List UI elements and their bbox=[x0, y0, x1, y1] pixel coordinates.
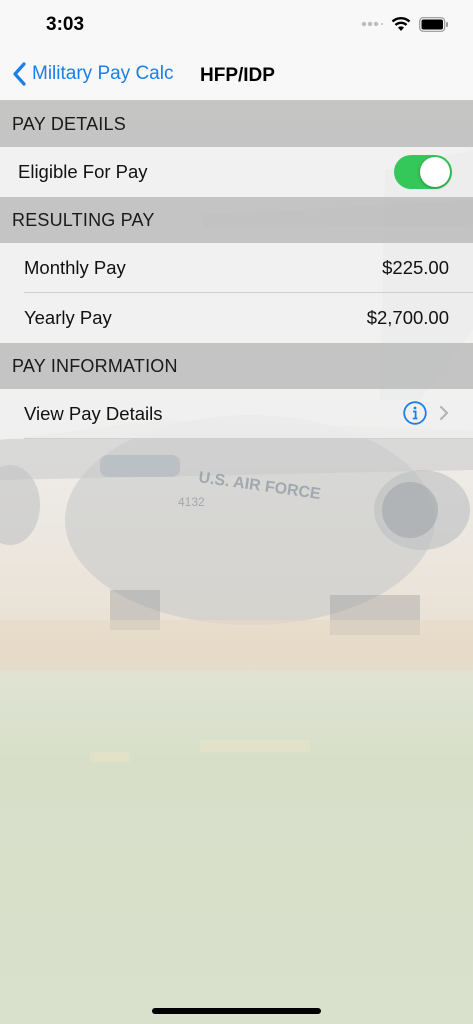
signal-icon bbox=[361, 21, 383, 27]
back-button-label: Military Pay Calc bbox=[32, 63, 174, 84]
yearly-pay-row: Yearly Pay $2,700.00 bbox=[0, 293, 473, 343]
info-icon[interactable] bbox=[403, 401, 427, 425]
section-header-resulting-pay: RESULTING PAY bbox=[0, 197, 473, 243]
eligible-for-pay-label: Eligible For Pay bbox=[18, 161, 148, 182]
status-icons bbox=[361, 16, 449, 32]
battery-icon bbox=[419, 16, 448, 32]
yearly-pay-value: $2,700.00 bbox=[366, 307, 449, 328]
monthly-pay-label: Monthly Pay bbox=[24, 257, 126, 278]
eligible-for-pay-row: Eligible For Pay bbox=[0, 147, 473, 197]
pay-table: PAY DETAILS Eligible For Pay RESULTING P… bbox=[0, 101, 473, 439]
screen: U.S. AIR FORCE 4132 3:03 Military Pay Ca… bbox=[0, 0, 473, 1024]
wifi-icon bbox=[391, 17, 411, 31]
row-separator bbox=[24, 438, 473, 439]
page-title: HFP/IDP bbox=[200, 65, 275, 86]
status-time: 3:03 bbox=[46, 14, 85, 35]
navigation-bar: Military Pay Calc HFP/IDP bbox=[0, 52, 473, 101]
status-bar: 3:03 bbox=[0, 0, 473, 52]
yearly-pay-label: Yearly Pay bbox=[24, 307, 112, 328]
section-header-pay-information: PAY INFORMATION bbox=[0, 343, 473, 389]
tail-number: 4132 bbox=[178, 495, 205, 509]
toggle-knob bbox=[420, 157, 450, 187]
view-pay-details-label: View Pay Details bbox=[24, 403, 163, 424]
chevron-right-icon bbox=[439, 405, 449, 421]
monthly-pay-row: Monthly Pay $225.00 bbox=[0, 243, 473, 293]
eligible-for-pay-toggle[interactable] bbox=[394, 155, 452, 189]
section-header-pay-details: PAY DETAILS bbox=[0, 101, 473, 147]
back-chevron-icon bbox=[13, 62, 26, 86]
monthly-pay-value: $225.00 bbox=[382, 257, 449, 278]
home-indicator[interactable] bbox=[152, 1008, 321, 1014]
back-button[interactable]: Military Pay Calc bbox=[12, 62, 173, 86]
view-pay-details-row[interactable]: View Pay Details bbox=[0, 389, 473, 439]
